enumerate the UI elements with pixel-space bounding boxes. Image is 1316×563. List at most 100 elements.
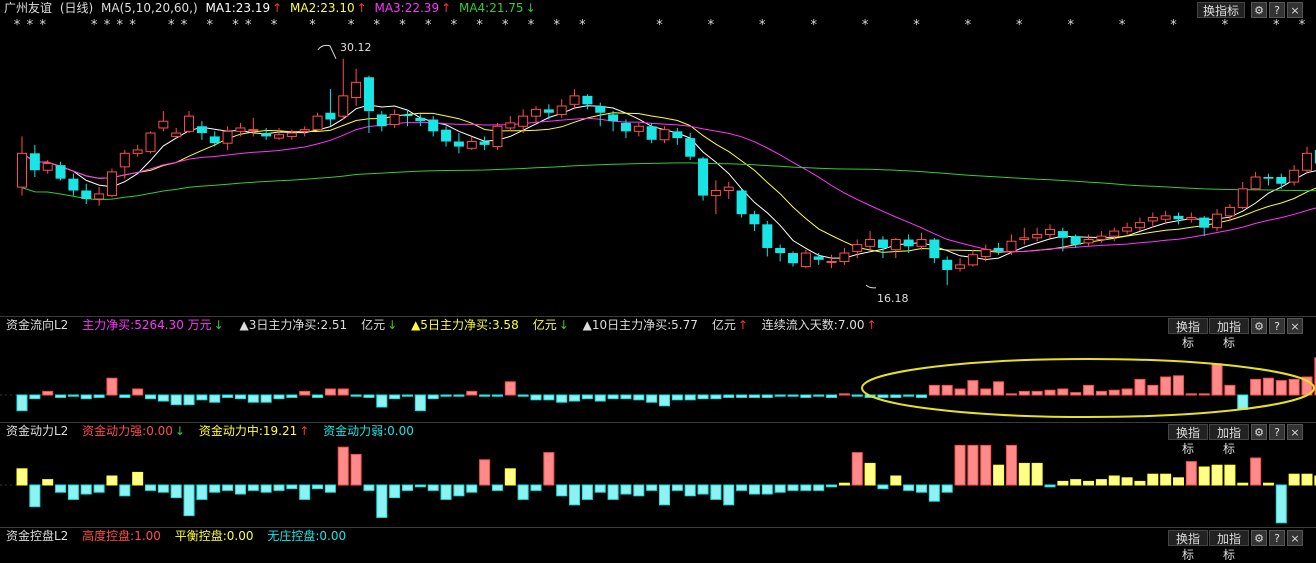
bar-negative <box>569 484 581 506</box>
bar-positive <box>1262 482 1274 486</box>
bar-positive <box>543 452 555 486</box>
candle-down <box>363 77 374 112</box>
fund-flow-title[interactable]: 资金流向L2 <box>6 318 68 332</box>
switch-indicator-button[interactable]: 换指标 <box>1168 530 1208 562</box>
bar-negative <box>170 484 182 499</box>
bar-negative <box>93 394 105 398</box>
help-icon[interactable]: ? <box>1269 530 1285 546</box>
bar-negative <box>453 484 465 497</box>
bar-positive <box>466 390 478 396</box>
candle-down <box>646 126 657 140</box>
bar-positive <box>1044 389 1056 396</box>
add-indicator-button[interactable]: 加指标 <box>1209 424 1249 456</box>
signal-star: * <box>965 18 972 33</box>
fund-control-title[interactable]: 资金控盘L2 <box>6 529 68 543</box>
gear-icon[interactable]: ⚙ <box>1251 2 1267 18</box>
bar-negative <box>67 394 79 397</box>
bar-negative <box>491 394 503 397</box>
signal-star: * <box>451 18 458 33</box>
bar-positive <box>1147 384 1159 396</box>
bar-positive <box>337 388 349 396</box>
bar-positive <box>967 380 979 396</box>
bar-negative <box>222 394 234 398</box>
stock-name[interactable]: 广州友谊 <box>4 1 52 15</box>
candle-up <box>158 120 169 129</box>
bar-negative <box>80 484 92 495</box>
help-icon[interactable]: ? <box>1269 318 1285 334</box>
bar-negative <box>916 484 927 493</box>
bar-negative <box>684 484 696 497</box>
bar-negative <box>55 484 67 493</box>
gear-icon[interactable]: ⚙ <box>1251 530 1267 546</box>
add-indicator-button[interactable]: 加指标 <box>1209 318 1249 350</box>
low-pointer <box>865 284 877 289</box>
power-weak: 资金动力弱:0.00 <box>323 424 414 438</box>
bar-positive <box>132 388 144 396</box>
fund-flow-header: 资金流向L2 主力净买:5264.30 万元 ↓ ▲3日主力净买:2.51 亿元 ↓ … <box>6 317 881 334</box>
bar-negative <box>928 484 940 502</box>
bar-negative <box>260 484 272 493</box>
bar-negative <box>29 394 41 400</box>
close-icon[interactable]: × <box>1287 424 1303 440</box>
bar-negative <box>350 394 362 397</box>
bar-positive <box>1288 378 1300 396</box>
candle-up <box>132 149 143 154</box>
bar-negative <box>633 394 645 401</box>
bar-positive <box>1288 473 1300 486</box>
candle-down <box>749 214 760 225</box>
candle-down <box>672 131 683 139</box>
period-label[interactable]: (日线) <box>60 1 93 15</box>
candle-down <box>877 239 888 248</box>
bar-negative <box>877 394 889 398</box>
signal-star: * <box>1067 18 1074 33</box>
candle-up <box>556 105 567 115</box>
bar-negative <box>748 484 760 495</box>
bar-negative <box>376 484 388 518</box>
close-icon[interactable]: × <box>1287 530 1303 546</box>
signal-star: * <box>27 18 34 33</box>
bar-negative <box>145 394 156 400</box>
fund-flow-chart[interactable] <box>0 335 1316 422</box>
high-pointer <box>317 44 337 59</box>
bar-negative <box>389 394 401 400</box>
bar-positive <box>851 452 863 486</box>
signal-star: * <box>309 18 316 33</box>
gear-icon[interactable]: ⚙ <box>1251 318 1267 334</box>
bar-positive <box>1083 384 1095 396</box>
switch-indicator-button[interactable]: 换指标 <box>1168 424 1208 456</box>
candle-up <box>916 239 927 247</box>
consecutive-inflow-days: 连续流入天数:7.00 ↑ <box>761 318 877 332</box>
signal-star: * <box>425 18 432 33</box>
bar-positive <box>993 381 1005 396</box>
help-icon[interactable]: ? <box>1269 2 1285 18</box>
candlestick-chart[interactable]: *************************************** <box>0 17 1316 317</box>
fund-power-title[interactable]: 资金动力L2 <box>6 424 68 438</box>
candle-down <box>209 136 220 144</box>
bar-positive <box>16 468 28 486</box>
switch-indicator-button[interactable]: 换指标 <box>1197 2 1245 18</box>
bar-negative <box>800 484 812 491</box>
fund-power-chart[interactable] <box>0 440 1316 526</box>
gear-icon[interactable]: ⚙ <box>1251 424 1267 440</box>
low-price-label: 16.18 <box>877 292 909 305</box>
candle-down <box>415 117 426 122</box>
candle-up <box>518 115 529 127</box>
bar-negative <box>145 484 156 491</box>
candle-up <box>839 252 850 263</box>
close-icon[interactable]: × <box>1287 318 1303 334</box>
bar-positive <box>1108 475 1120 486</box>
bar-positive <box>1005 393 1017 396</box>
bar-negative <box>93 484 105 493</box>
candle-up <box>569 95 580 105</box>
candle-up <box>1289 169 1300 183</box>
add-indicator-button[interactable]: 加指标 <box>1209 530 1249 562</box>
close-icon[interactable]: × <box>1287 2 1303 18</box>
help-icon[interactable]: ? <box>1269 424 1285 440</box>
candle-up <box>492 125 503 148</box>
switch-indicator-button[interactable]: 换指标 <box>1168 318 1208 350</box>
signal-star: * <box>374 18 381 33</box>
bar-positive <box>1108 389 1120 396</box>
candle-up <box>1224 206 1235 217</box>
control-balance: 平衡控盘:0.00 <box>174 529 254 543</box>
candle-down <box>929 239 940 259</box>
